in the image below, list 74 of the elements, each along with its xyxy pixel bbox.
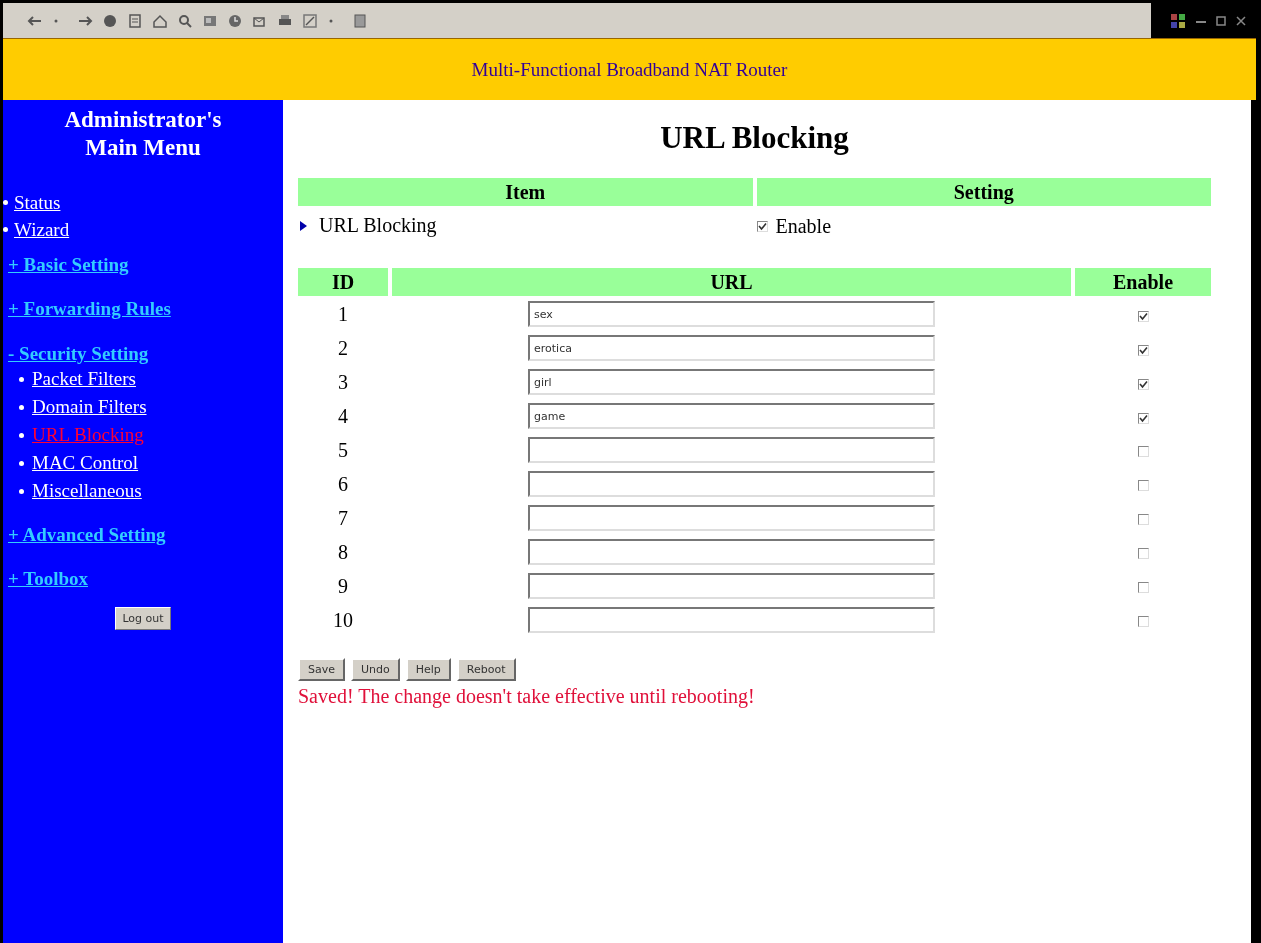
setting-label: URL Blocking xyxy=(319,214,437,238)
menu-title: Administrator's Main Menu xyxy=(63,106,223,162)
page-title: URL Blocking xyxy=(659,120,850,156)
table-cell-text: 4 xyxy=(337,403,349,429)
table-cell-text: 10 xyxy=(332,607,354,633)
table-cell-text: 2 xyxy=(337,335,349,361)
url-input[interactable] xyxy=(528,471,935,497)
table-cell-text: 6 xyxy=(337,471,349,497)
close-icon[interactable] xyxy=(1236,15,1246,26)
url-input[interactable] xyxy=(528,505,935,531)
bullet-icon xyxy=(19,488,24,494)
status-message: Saved! The change doesn't take effective until rebooting! xyxy=(298,685,756,708)
column-header: ID xyxy=(298,268,388,296)
url-input[interactable]: game xyxy=(528,403,935,429)
menu-link[interactable]: Wizard xyxy=(14,218,70,241)
submenu-link[interactable]: MAC Control xyxy=(32,452,139,475)
column-header: Setting xyxy=(756,178,1211,206)
url-input[interactable] xyxy=(528,437,935,463)
menu-link[interactable]: Status xyxy=(14,191,61,214)
home-icon[interactable] xyxy=(152,12,168,29)
restore-icon[interactable] xyxy=(1216,15,1226,26)
search-icon[interactable] xyxy=(177,12,193,29)
table-cell-text: 7 xyxy=(337,505,349,531)
bullet-icon xyxy=(19,432,24,438)
menu-group-link[interactable]: + Basic Setting xyxy=(8,254,129,277)
bullet-icon xyxy=(19,460,24,466)
column-header: Item xyxy=(298,178,753,206)
checkbox[interactable] xyxy=(1137,479,1149,491)
header-title: Multi-Functional Broadband NAT Router xyxy=(471,58,788,81)
checkbox[interactable] xyxy=(1137,547,1149,559)
bullet-icon xyxy=(19,376,24,382)
history-icon[interactable] xyxy=(227,12,243,29)
window-logo-icon[interactable] xyxy=(1170,12,1186,29)
submenu-link[interactable]: Miscellaneous xyxy=(32,480,142,503)
checkbox[interactable] xyxy=(1137,615,1149,627)
bullet-icon xyxy=(3,227,8,233)
table-cell-text: 3 xyxy=(337,369,349,395)
checkbox-label: Enable xyxy=(775,214,832,238)
checkbox[interactable] xyxy=(1137,310,1149,322)
url-input[interactable] xyxy=(528,607,935,633)
menu-group-link[interactable]: - Security Setting xyxy=(8,343,149,366)
menu-group-link[interactable]: + Toolbox xyxy=(8,568,88,591)
checkbox[interactable] xyxy=(1137,412,1149,424)
bullet-icon xyxy=(19,404,24,410)
checkbox[interactable] xyxy=(1137,378,1149,390)
submenu-link[interactable]: Domain Filters xyxy=(32,396,147,419)
arrow-icon xyxy=(300,220,307,231)
checkbox[interactable] xyxy=(1137,344,1149,356)
table-cell-text: 5 xyxy=(337,437,349,463)
checkbox[interactable] xyxy=(756,220,768,232)
table-cell-text: 8 xyxy=(337,539,349,565)
url-input[interactable]: sex xyxy=(528,301,935,327)
column-header: URL xyxy=(392,268,1071,296)
edit-icon[interactable] xyxy=(302,12,318,29)
menu-group-link[interactable]: + Advanced Setting xyxy=(8,524,166,547)
checkbox[interactable] xyxy=(1137,581,1149,593)
table-cell-text: 9 xyxy=(337,573,349,599)
checkbox[interactable] xyxy=(1137,445,1149,457)
form-button[interactable]: Undo xyxy=(351,658,400,681)
url-input[interactable]: erotica xyxy=(528,335,935,361)
checkbox[interactable] xyxy=(1137,513,1149,525)
url-input[interactable] xyxy=(528,573,935,599)
submenu-link[interactable]: Packet Filters xyxy=(32,368,136,391)
logout-button[interactable]: Log out xyxy=(115,607,171,631)
form-button[interactable]: Reboot xyxy=(456,658,516,681)
form-button[interactable]: Help xyxy=(405,658,451,681)
form-button[interactable]: Save xyxy=(298,658,345,681)
url-input[interactable]: girl xyxy=(528,369,935,395)
table-cell-text: 1 xyxy=(337,301,349,327)
column-header: Enable xyxy=(1075,268,1211,296)
menu-group-link[interactable]: + Forwarding Rules xyxy=(8,298,171,321)
url-input[interactable] xyxy=(528,539,935,565)
page-icon[interactable] xyxy=(352,12,368,29)
bullet-icon xyxy=(3,200,8,206)
